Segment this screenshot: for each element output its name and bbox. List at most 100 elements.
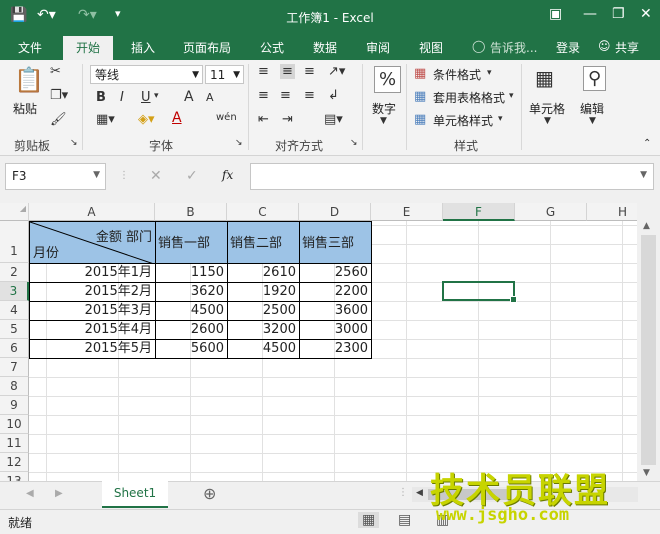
prev-sheet-icon[interactable]: ◀ xyxy=(26,488,34,499)
format-painter-icon[interactable]: 🖌 xyxy=(50,112,67,127)
row-header-5[interactable]: 5 xyxy=(0,320,29,339)
copy-icon[interactable]: ❐▾ xyxy=(50,88,68,103)
grow-font-button[interactable]: A xyxy=(184,89,194,105)
font-launcher-icon[interactable]: ↘ xyxy=(235,138,243,148)
number-format-button[interactable]: 数字 xyxy=(372,100,396,117)
editing-button[interactable]: 编辑 xyxy=(580,100,604,117)
collapse-ribbon-icon[interactable]: ⌃ xyxy=(643,138,651,149)
row-header-1[interactable]: 1 xyxy=(0,221,29,263)
cancel-icon[interactable]: ✕ xyxy=(150,168,162,184)
login-link[interactable]: 登录 xyxy=(556,39,580,56)
tab-review[interactable]: 审阅 xyxy=(366,39,390,56)
row-header-11[interactable]: 11 xyxy=(0,434,29,453)
row-header-8[interactable]: 8 xyxy=(0,377,29,396)
number-dropdown-icon[interactable]: ▼ xyxy=(380,116,387,126)
paste-icon[interactable]: 📋 xyxy=(14,66,44,94)
orientation-icon[interactable]: ↗▾ xyxy=(328,64,345,79)
cell-a6[interactable]: 2015年5月 xyxy=(29,339,156,359)
font-size-select[interactable]: 11 ▼ xyxy=(205,65,244,84)
conditional-format-button[interactable]: 条件格式 xyxy=(433,66,481,83)
column-header-e[interactable]: E xyxy=(371,203,443,221)
search-icon[interactable]: ⚲ xyxy=(583,66,607,91)
format-as-table-button[interactable]: 套用表格格式 xyxy=(433,89,505,106)
fill-color-icon[interactable]: ◈▾ xyxy=(138,112,155,127)
cell-c1[interactable]: 销售二部 xyxy=(227,221,300,264)
column-header-c[interactable]: C xyxy=(227,203,299,221)
cell-b6[interactable]: 5600 xyxy=(155,339,228,359)
row-header-7[interactable]: 7 xyxy=(0,358,29,377)
align-bottom-icon[interactable]: ≡ xyxy=(304,64,315,79)
tab-view[interactable]: 视图 xyxy=(419,39,443,56)
borders-icon[interactable]: ▦▾ xyxy=(96,112,115,127)
ribbon-options-icon[interactable]: ▣ xyxy=(549,6,562,22)
underline-button[interactable]: U xyxy=(141,90,151,105)
sheet-tab-sheet1[interactable]: Sheet1 xyxy=(102,481,168,508)
cell-styles-dropdown-icon[interactable]: ▾ xyxy=(498,114,503,124)
shrink-font-button[interactable]: A xyxy=(206,91,214,104)
next-sheet-icon[interactable]: ▶ xyxy=(55,488,63,499)
align-middle-icon[interactable]: ≡ xyxy=(280,64,295,79)
font-name-select[interactable]: 等线 ▼ xyxy=(90,65,203,84)
tab-home[interactable]: 开始 xyxy=(63,36,113,60)
cell-c2[interactable]: 2610 xyxy=(227,263,300,283)
cell-a5[interactable]: 2015年4月 xyxy=(29,320,156,340)
percent-icon[interactable]: % xyxy=(374,66,402,93)
merge-center-icon[interactable]: ▤▾ xyxy=(324,112,343,127)
cell-b4[interactable]: 4500 xyxy=(155,301,228,321)
sheet-tab-options-icon[interactable]: ⋮ xyxy=(398,487,408,498)
paste-button[interactable]: 粘贴 xyxy=(13,100,37,117)
scroll-up-icon[interactable]: ▲ xyxy=(643,221,650,231)
cell-c4[interactable]: 2500 xyxy=(227,301,300,321)
increase-indent-icon[interactable]: ⇥ xyxy=(282,112,293,127)
column-header-f[interactable]: F xyxy=(443,203,515,221)
tab-data[interactable]: 数据 xyxy=(313,39,337,56)
cell-b5[interactable]: 2600 xyxy=(155,320,228,340)
clipboard-launcher-icon[interactable]: ↘ xyxy=(70,138,78,148)
cell-a3[interactable]: 2015年2月 xyxy=(29,282,156,302)
cell-d2[interactable]: 2560 xyxy=(299,263,372,283)
bold-button[interactable]: B xyxy=(96,90,106,105)
cell-a2[interactable]: 2015年1月 xyxy=(29,263,156,283)
cell-d3[interactable]: 2200 xyxy=(299,282,372,302)
cell-b2[interactable]: 1150 xyxy=(155,263,228,283)
tab-formulas[interactable]: 公式 xyxy=(260,39,284,56)
normal-view-icon[interactable]: ▦ xyxy=(358,512,380,528)
add-sheet-icon[interactable]: ⊕ xyxy=(203,484,216,503)
cell-d5[interactable]: 3000 xyxy=(299,320,372,340)
minimize-icon[interactable]: — xyxy=(583,6,597,22)
share-button[interactable]: 共享 xyxy=(615,39,639,56)
vertical-scrollbar[interactable]: ▲ ▼ xyxy=(637,221,660,481)
tell-me-box[interactable]: 告诉我... xyxy=(490,39,537,56)
cut-icon[interactable]: ✂ xyxy=(50,64,61,79)
name-box[interactable]: F3 ▼ xyxy=(5,163,106,190)
fill-handle[interactable] xyxy=(510,296,517,303)
column-header-h[interactable]: H xyxy=(587,203,637,221)
cell-d1[interactable]: 销售三部 xyxy=(299,221,372,264)
insert-function-button[interactable]: fx xyxy=(222,168,233,182)
row-header-4[interactable]: 4 xyxy=(0,301,29,320)
cell-d6[interactable]: 2300 xyxy=(299,339,372,359)
phonetic-guide-button[interactable]: wén xyxy=(216,112,237,123)
wrap-text-icon[interactable]: ↲ xyxy=(328,88,339,103)
active-cell-f3[interactable] xyxy=(442,281,517,303)
italic-button[interactable]: I xyxy=(120,90,124,105)
column-header-b[interactable]: B xyxy=(155,203,227,221)
conditional-format-dropdown-icon[interactable]: ▾ xyxy=(487,68,492,78)
cell-c5[interactable]: 3200 xyxy=(227,320,300,340)
cell-c6[interactable]: 4500 xyxy=(227,339,300,359)
formula-input[interactable]: ▼ xyxy=(250,163,654,190)
cell-b1[interactable]: 销售一部 xyxy=(155,221,228,264)
align-center-icon[interactable]: ≡ xyxy=(280,88,291,103)
row-header-10[interactable]: 10 xyxy=(0,415,29,434)
row-header-2[interactable]: 2 xyxy=(0,263,29,282)
column-header-a[interactable]: A xyxy=(29,203,155,221)
cell-c3[interactable]: 1920 xyxy=(227,282,300,302)
row-header-6[interactable]: 6 xyxy=(0,339,29,358)
row-header-12[interactable]: 12 xyxy=(0,453,29,472)
column-header-d[interactable]: D xyxy=(299,203,371,221)
row-header-13[interactable]: 13 xyxy=(0,472,29,481)
cell-b3[interactable]: 3620 xyxy=(155,282,228,302)
close-icon[interactable]: ✕ xyxy=(640,6,652,22)
tab-file[interactable]: 文件 xyxy=(18,39,42,56)
worksheet-grid[interactable]: ◢ A B C D E F G H 1 2 3 4 5 6 7 8 9 10 1… xyxy=(0,203,637,481)
